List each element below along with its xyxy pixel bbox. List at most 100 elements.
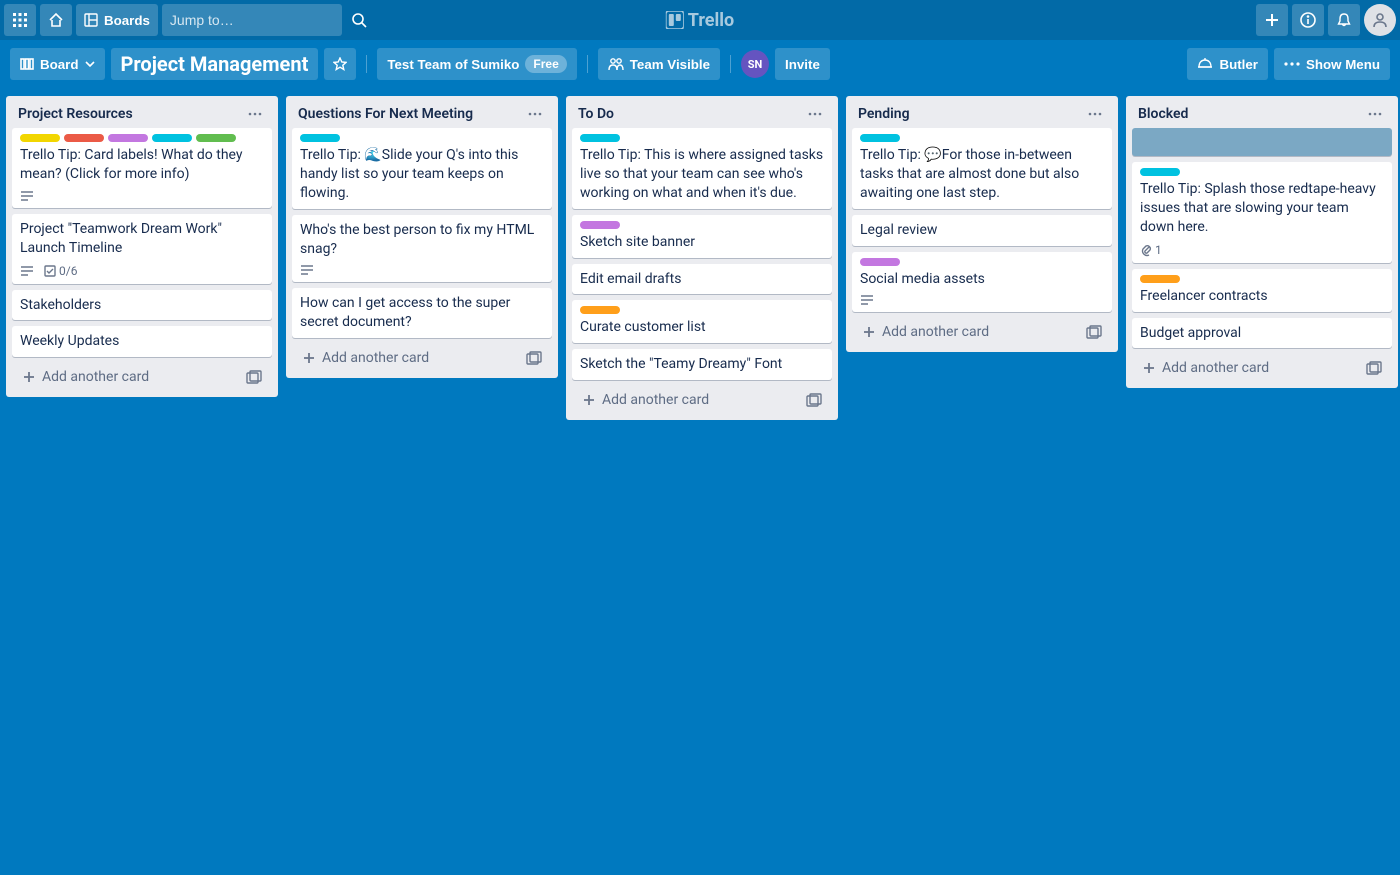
list-title[interactable]: Questions For Next Meeting (298, 106, 524, 122)
board-name[interactable]: Project Management (111, 48, 319, 80)
card-label-sky[interactable] (1140, 168, 1180, 176)
create-from-template-button[interactable] (522, 347, 546, 369)
list-title[interactable]: Pending (858, 106, 1084, 122)
boards-button[interactable]: Boards (76, 4, 158, 36)
description-icon (20, 190, 34, 202)
add-card-button[interactable]: Add another card (298, 346, 522, 370)
card[interactable]: Weekly Updates (12, 326, 272, 357)
card-label-lime[interactable] (196, 134, 236, 142)
list-menu-button[interactable] (524, 108, 546, 120)
card-label-yellow[interactable] (20, 134, 60, 142)
invite-button[interactable]: Invite (775, 48, 830, 80)
card-label-sky[interactable] (860, 134, 900, 142)
card-label-orange[interactable] (580, 306, 620, 314)
card-text: Sketch site banner (580, 233, 824, 252)
card-label-purple[interactable] (580, 221, 620, 229)
card[interactable]: Trello Tip: This is where assigned tasks… (572, 128, 832, 209)
card-label-purple[interactable] (108, 134, 148, 142)
card-text: Trello Tip: 💬For those in-between tasks … (860, 146, 1104, 203)
card-label-purple[interactable] (860, 258, 900, 266)
card-text: Sketch the "Teamy Dreamy" Font (580, 355, 824, 374)
add-card-button[interactable]: Add another card (578, 388, 802, 412)
card[interactable]: Stakeholders (12, 290, 272, 321)
card-label-orange[interactable] (1140, 275, 1180, 283)
card[interactable]: Trello Tip: 🌊Slide your Q's into this ha… (292, 128, 552, 209)
card-label-sky[interactable] (580, 134, 620, 142)
show-menu-button[interactable]: Show Menu (1274, 48, 1390, 80)
card[interactable] (1132, 128, 1392, 156)
create-button[interactable] (1256, 4, 1288, 36)
card-labels (580, 306, 824, 314)
list: Pending Trello Tip: 💬For those in-between… (846, 96, 1118, 352)
ellipsis-icon (1284, 62, 1300, 66)
visibility-button[interactable]: Team Visible (598, 48, 720, 80)
list-title[interactable]: Project Resources (18, 106, 244, 122)
add-card-button[interactable]: Add another card (18, 365, 242, 389)
card[interactable]: Trello Tip: Card labels! What do they me… (12, 128, 272, 208)
list: Questions For Next Meeting Trello Tip: 🌊S… (286, 96, 558, 378)
card[interactable]: Trello Tip: 💬For those in-between tasks … (852, 128, 1112, 209)
card[interactable]: Freelancer contracts (1132, 269, 1392, 312)
card[interactable]: Legal review (852, 215, 1112, 246)
card[interactable]: Curate customer list (572, 300, 832, 343)
card-label-sky[interactable] (152, 134, 192, 142)
card[interactable]: Edit email drafts (572, 264, 832, 295)
search-box[interactable] (162, 4, 342, 36)
star-button[interactable] (324, 48, 356, 80)
card[interactable]: Social media assets (852, 252, 1112, 313)
card[interactable]: Sketch site banner (572, 215, 832, 258)
card-label-sky[interactable] (300, 134, 340, 142)
card-text: Project "Teamwork Dream Work" Launch Tim… (20, 220, 264, 258)
view-switcher[interactable]: Board (10, 48, 105, 80)
card[interactable]: Trello Tip: Splash those redtape-heavy i… (1132, 162, 1392, 263)
add-card-button[interactable]: Add another card (858, 320, 1082, 344)
user-avatar[interactable] (1364, 4, 1396, 36)
show-menu-label: Show Menu (1306, 57, 1380, 72)
create-from-template-button[interactable] (242, 366, 266, 388)
checklist-badge: 0/6 (44, 264, 77, 278)
add-card-button[interactable]: Add another card (1138, 356, 1362, 380)
apps-button[interactable] (4, 4, 36, 36)
create-from-template-button[interactable] (1362, 357, 1386, 379)
list-menu-button[interactable] (1084, 108, 1106, 120)
team-button[interactable]: Test Team of Sumiko Free (377, 48, 576, 80)
list-title[interactable]: To Do (578, 106, 804, 122)
app-header: Boards Trello (0, 0, 1400, 40)
template-icon (1086, 325, 1102, 339)
list-menu-button[interactable] (804, 108, 826, 120)
card-labels (1140, 168, 1384, 176)
home-icon (48, 12, 64, 28)
card[interactable]: Budget approval (1132, 318, 1392, 349)
card-text: Trello Tip: 🌊Slide your Q's into this ha… (300, 146, 544, 203)
butler-button-label: Butler (1219, 57, 1258, 72)
card[interactable]: Sketch the "Teamy Dreamy" Font (572, 349, 832, 380)
create-from-template-button[interactable] (1082, 321, 1106, 343)
list-title[interactable]: Blocked (1138, 106, 1364, 122)
app-logo-text: Trello (688, 10, 734, 31)
card[interactable]: How can I get access to the super secret… (292, 288, 552, 338)
app-logo[interactable]: Trello (666, 10, 734, 31)
ellipsis-icon (248, 112, 262, 116)
home-button[interactable] (40, 4, 72, 36)
description-icon (20, 265, 34, 277)
list-menu-button[interactable] (244, 108, 266, 120)
info-button[interactable] (1292, 4, 1324, 36)
list: Project Resources Trello Tip: Card labels… (6, 96, 278, 397)
butler-icon (1197, 57, 1213, 71)
plus-icon (302, 351, 316, 365)
board-member-avatar[interactable]: SN (741, 50, 769, 78)
list-menu-button[interactable] (1364, 108, 1386, 120)
card-text: Curate customer list (580, 318, 824, 337)
card[interactable]: Project "Teamwork Dream Work" Launch Tim… (12, 214, 272, 284)
team-plan-badge: Free (525, 55, 566, 73)
card-text: Budget approval (1140, 324, 1384, 343)
card-text: Weekly Updates (20, 332, 264, 351)
card-label-red[interactable] (64, 134, 104, 142)
search-input[interactable] (170, 12, 351, 28)
card[interactable]: Who's the best person to fix my HTML sna… (292, 215, 552, 283)
butler-button[interactable]: Butler (1187, 48, 1268, 80)
create-from-template-button[interactable] (802, 389, 826, 411)
notifications-button[interactable] (1328, 4, 1360, 36)
ellipsis-icon (1088, 112, 1102, 116)
card-text: Trello Tip: This is where assigned tasks… (580, 146, 824, 203)
